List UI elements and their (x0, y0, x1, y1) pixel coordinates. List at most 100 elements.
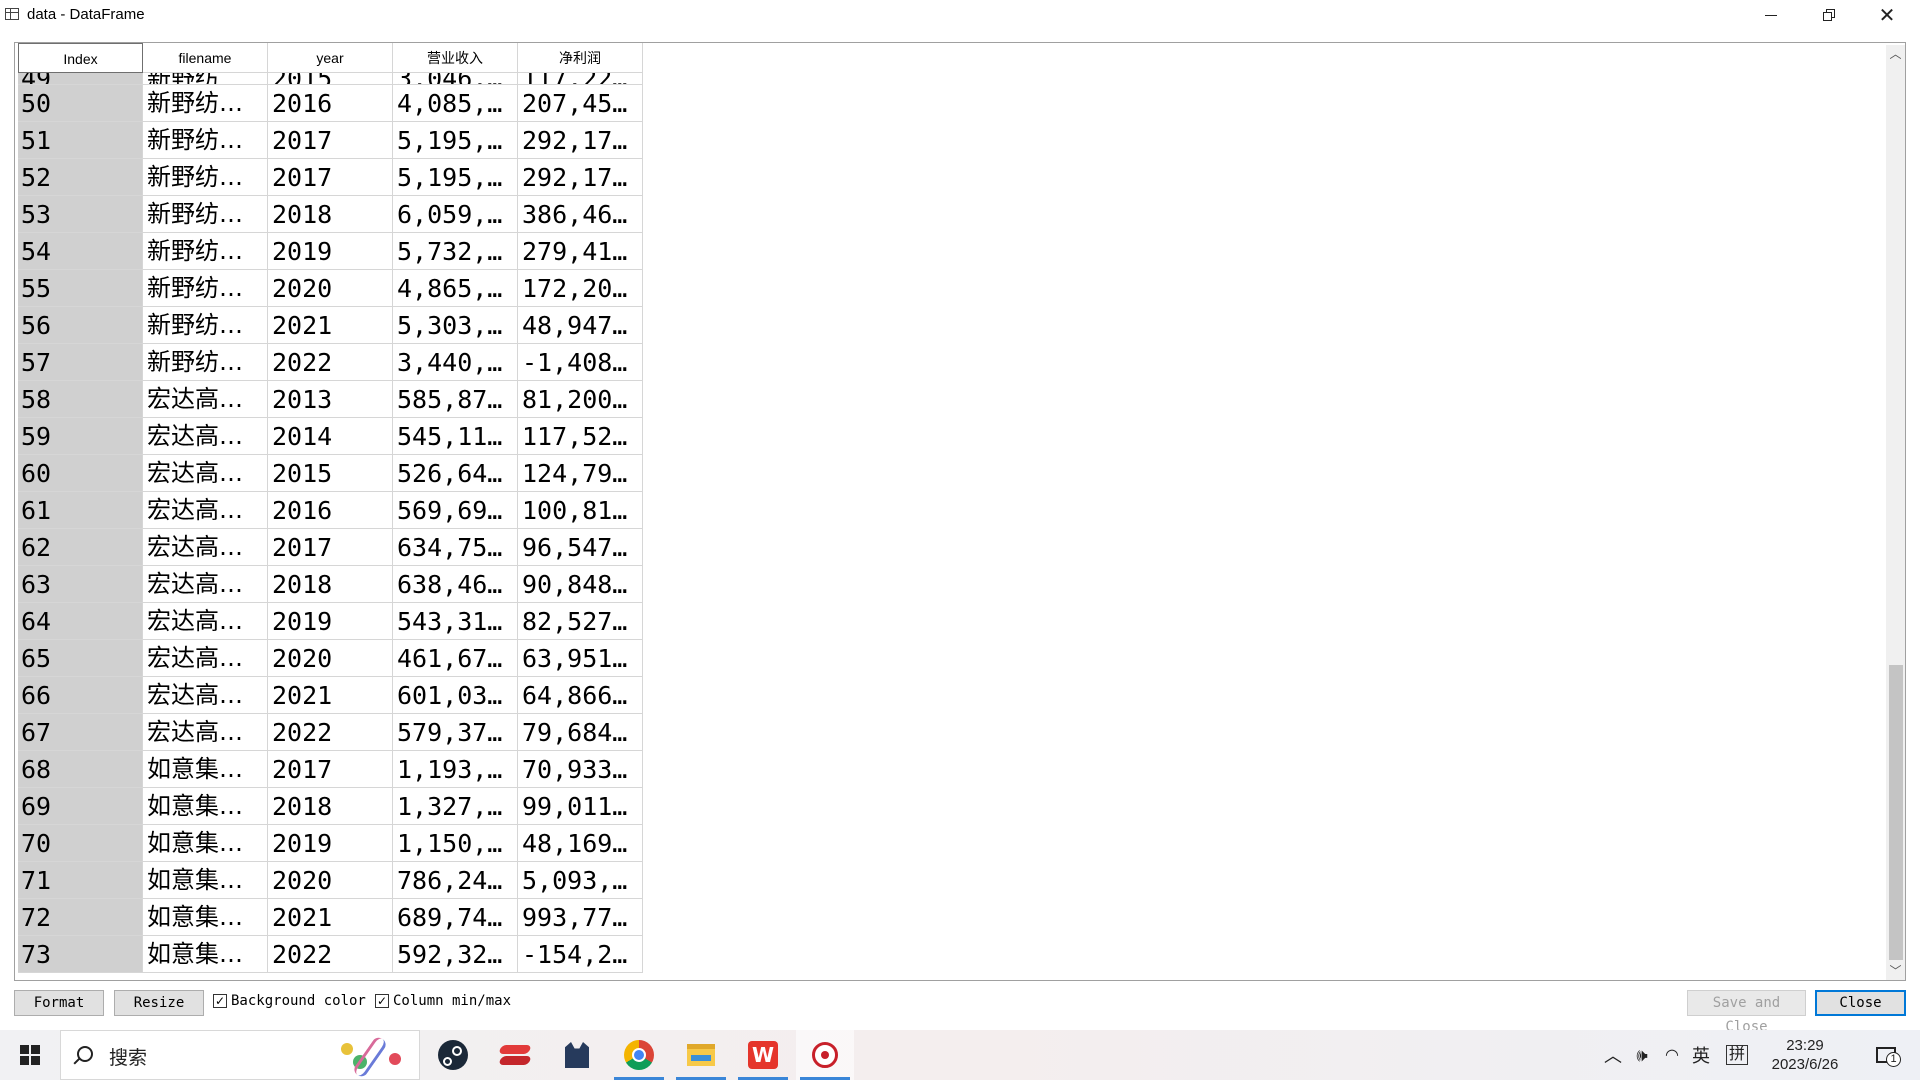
cell-year[interactable]: 2021 (268, 899, 393, 936)
cell-year[interactable]: 2017 (268, 122, 393, 159)
cell-net-profit[interactable]: -1,408… (518, 344, 643, 381)
cell-index[interactable]: 71 (18, 862, 143, 899)
background-color-checkbox[interactable]: ✓ Background color (213, 993, 366, 1009)
cell-revenue[interactable]: 5,195,… (393, 159, 518, 196)
cell-net-profit[interactable]: 64,866… (518, 677, 643, 714)
red-app[interactable] (486, 1030, 544, 1080)
cell-net-profit[interactable]: 82,527… (518, 603, 643, 640)
cell-year[interactable]: 2014 (268, 418, 393, 455)
cell-year[interactable]: 2022 (268, 936, 393, 973)
cell-index[interactable]: 73 (18, 936, 143, 973)
table-row[interactable]: 56 新野纺… 2021 5,303,… 48,947… (18, 307, 644, 344)
cell-index[interactable]: 62 (18, 529, 143, 566)
table-row[interactable]: 51 新野纺… 2017 5,195,… 292,17… (18, 122, 644, 159)
cell-filename[interactable]: 新野纺… (143, 344, 268, 381)
cell-year[interactable]: 2018 (268, 788, 393, 825)
cell-revenue[interactable]: 4,085,… (393, 85, 518, 122)
cell-net-profit[interactable]: 63,951… (518, 640, 643, 677)
cell-index[interactable]: 52 (18, 159, 143, 196)
cell-filename[interactable]: 新野纺… (143, 159, 268, 196)
cell-filename[interactable]: 宏达高… (143, 714, 268, 751)
cell-year[interactable]: 2017 (268, 529, 393, 566)
cell-filename[interactable]: 如意集… (143, 862, 268, 899)
cell-filename[interactable]: 新野纺… (143, 307, 268, 344)
cell-net-profit[interactable]: 70,933… (518, 751, 643, 788)
cell-index[interactable]: 69 (18, 788, 143, 825)
cell-year[interactable]: 2022 (268, 344, 393, 381)
table-row[interactable]: 71 如意集… 2020 786,24… 5,093,… (18, 862, 644, 899)
cell-revenue[interactable]: 5,732,… (393, 233, 518, 270)
cell-net-profit[interactable]: -154,2… (518, 936, 643, 973)
cell-year[interactable]: 2013 (268, 381, 393, 418)
cell-index[interactable]: 57 (18, 344, 143, 381)
cell-year[interactable]: 2020 (268, 862, 393, 899)
cell-year[interactable]: 2019 (268, 233, 393, 270)
table-row[interactable]: 60 宏达高… 2015 526,64… 124,79… (18, 455, 644, 492)
notification-center-button[interactable]: 1 (1866, 1030, 1906, 1080)
cell-index[interactable]: 64 (18, 603, 143, 640)
table-row[interactable]: 62 宏达高… 2017 634,75… 96,547… (18, 529, 644, 566)
cell-net-profit[interactable]: 96,547… (518, 529, 643, 566)
cell-index[interactable]: 53 (18, 196, 143, 233)
cell-year[interactable]: 2022 (268, 714, 393, 751)
cell-net-profit[interactable]: 292,17… (518, 122, 643, 159)
table-row[interactable]: 66 宏达高… 2021 601,03… 64,866… (18, 677, 644, 714)
cell-filename[interactable]: 新野纺… (143, 270, 268, 307)
cell-revenue[interactable]: 5,195,… (393, 122, 518, 159)
table-row[interactable]: 55 新野纺… 2020 4,865,… 172,20… (18, 270, 644, 307)
cell-revenue[interactable]: 601,03… (393, 677, 518, 714)
cell-filename[interactable]: 宏达高… (143, 418, 268, 455)
cell-year[interactable]: 2021 (268, 677, 393, 714)
cell-filename[interactable]: 宏达高… (143, 455, 268, 492)
table-row[interactable]: 67 宏达高… 2022 579,37… 79,684… (18, 714, 644, 751)
cell-revenue[interactable]: 689,74… (393, 899, 518, 936)
cell-index[interactable]: 66 (18, 677, 143, 714)
cell-revenue[interactable]: 585,87… (393, 381, 518, 418)
cell-filename[interactable]: 新野纺… (143, 233, 268, 270)
cell-filename[interactable]: 宏达高… (143, 677, 268, 714)
cell-year[interactable]: 2017 (268, 159, 393, 196)
chevron-up-icon[interactable]: ︿ (1600, 1030, 1626, 1080)
cell-revenue[interactable]: 1,193,… (393, 751, 518, 788)
ime-mode[interactable]: 拼 (1724, 1030, 1750, 1080)
close-button[interactable]: Close (1815, 990, 1906, 1016)
cell-filename[interactable]: 宏达高… (143, 566, 268, 603)
table-row[interactable]: 53 新野纺… 2018 6,059,… 386,46… (18, 196, 644, 233)
cell-index[interactable]: 58 (18, 381, 143, 418)
cell-year[interactable]: 2018 (268, 196, 393, 233)
cell-revenue[interactable]: 592,32… (393, 936, 518, 973)
cell-year[interactable]: 2019 (268, 603, 393, 640)
table-row-partial[interactable]: 49新野纺…20153,046,…117,22… (18, 73, 644, 85)
header-index[interactable]: Index (18, 43, 143, 73)
table-row[interactable]: 65 宏达高… 2020 461,67… 63,951… (18, 640, 644, 677)
table-row[interactable]: 58 宏达高… 2013 585,87… 81,200… (18, 381, 644, 418)
cell-net-profit[interactable]: 292,17… (518, 159, 643, 196)
table-row[interactable]: 59 宏达高… 2014 545,11… 117,52… (18, 418, 644, 455)
cell-index[interactable]: 54 (18, 233, 143, 270)
cat-app[interactable] (548, 1030, 606, 1080)
cell-revenue[interactable]: 569,69… (393, 492, 518, 529)
cell-net-profit[interactable]: 117,52… (518, 418, 643, 455)
cell-filename[interactable]: 新野纺… (143, 85, 268, 122)
cell-filename[interactable]: 如意集… (143, 825, 268, 862)
cell-revenue[interactable]: 461,67… (393, 640, 518, 677)
header-filename[interactable]: filename (143, 43, 268, 73)
speaker-icon[interactable]: 🕪 (1628, 1030, 1656, 1080)
cell-index[interactable]: 61 (18, 492, 143, 529)
cell-revenue[interactable]: 3,440,… (393, 344, 518, 381)
cell-net-profit[interactable]: 117,22… (518, 73, 643, 85)
cell-revenue[interactable]: 543,31… (393, 603, 518, 640)
table-row[interactable]: 68 如意集… 2017 1,193,… 70,933… (18, 751, 644, 788)
cell-revenue[interactable]: 634,75… (393, 529, 518, 566)
cell-filename[interactable]: 如意集… (143, 936, 268, 973)
wps-app[interactable]: W (734, 1030, 792, 1080)
cell-index[interactable]: 59 (18, 418, 143, 455)
scroll-thumb[interactable] (1889, 665, 1903, 960)
cell-revenue[interactable]: 6,059,… (393, 196, 518, 233)
spyder-app[interactable] (796, 1030, 854, 1080)
cell-year[interactable]: 2016 (268, 85, 393, 122)
cell-net-profit[interactable]: 207,45… (518, 85, 643, 122)
table-row[interactable]: 72 如意集… 2021 689,74… 993,77… (18, 899, 644, 936)
cell-index[interactable]: 63 (18, 566, 143, 603)
table-row[interactable]: 52 新野纺… 2017 5,195,… 292,17… (18, 159, 644, 196)
